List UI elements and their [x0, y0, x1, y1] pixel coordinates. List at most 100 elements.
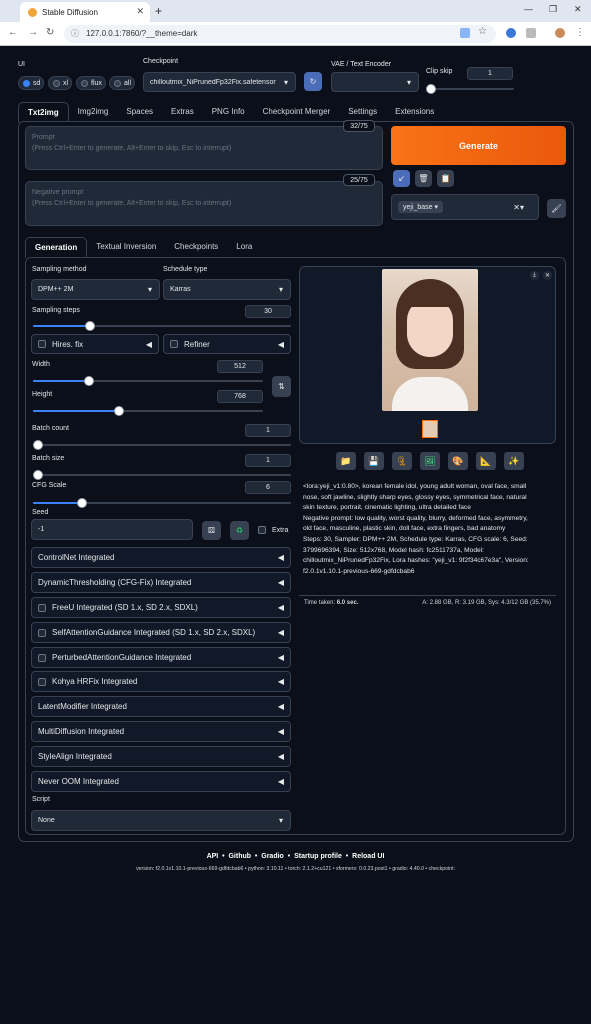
tab-extras[interactable]: Extras	[162, 102, 203, 123]
tab-extensions[interactable]: Extensions	[386, 102, 443, 123]
github-link[interactable]: Github	[228, 853, 251, 860]
refresh-checkpoint-button[interactable]: ↻	[304, 72, 322, 91]
trash-icon[interactable]: 🗑	[415, 170, 432, 187]
profile-avatar[interactable]	[555, 28, 565, 38]
extra-seed-checkbox[interactable]: Extra	[258, 526, 288, 534]
width-input[interactable]: 512	[217, 360, 263, 373]
clip-skip-input[interactable]: 1	[467, 67, 513, 80]
tab-img2img[interactable]: Img2img	[69, 102, 118, 123]
back-icon[interactable]: ←	[8, 27, 18, 38]
extension-accordion[interactable]: StyleAlign Integrated ◀	[31, 746, 291, 767]
random-seed-dice-icon[interactable]: ⚄	[202, 521, 221, 540]
swap-dimensions-icon[interactable]: ⇅	[272, 376, 291, 397]
width-slider[interactable]	[33, 376, 263, 386]
slider-thumb[interactable]	[113, 406, 124, 416]
refiner-checkbox[interactable]	[170, 340, 178, 348]
negative-prompt-textarea[interactable]: Negative prompt (Press Ctrl+Enter to gen…	[25, 181, 383, 226]
tab-checkpoints[interactable]: Checkpoints	[165, 237, 227, 258]
extension-accordion[interactable]: DynamicThresholding (CFG-Fix) Integrated…	[31, 572, 291, 593]
style-tag[interactable]: yeji_base ▾	[398, 201, 444, 213]
extension-checkbox[interactable]	[38, 677, 46, 686]
send-to-inpaint-icon[interactable]: 🎨	[448, 452, 468, 470]
batch-count-input[interactable]: 1	[245, 424, 291, 437]
refiner-accordion[interactable]: Refiner ◀	[163, 334, 291, 354]
zip-archive-icon[interactable]: 🗜	[392, 452, 412, 470]
slider-thumb[interactable]	[84, 321, 95, 331]
extension-accordion[interactable]: Never OOM Integrated ◀	[31, 771, 291, 792]
extension-checkbox[interactable]	[38, 628, 46, 637]
send-to-img2img-icon[interactable]: 🖼	[420, 452, 440, 470]
close-tab-icon[interactable]: ✕	[136, 6, 144, 17]
cfg-scale-slider[interactable]	[33, 498, 291, 508]
ui-radio-flux[interactable]: flux	[76, 76, 106, 90]
tab-txt2img[interactable]: Txt2img	[18, 102, 69, 123]
slider-thumb[interactable]	[33, 440, 43, 450]
slider-thumb[interactable]	[83, 376, 94, 386]
slider-thumb[interactable]	[426, 84, 436, 94]
save-icon[interactable]: 💾	[364, 452, 384, 470]
height-input[interactable]: 768	[217, 390, 263, 403]
slider-thumb[interactable]	[33, 470, 43, 480]
generated-image[interactable]	[382, 269, 478, 411]
styles-select[interactable]: yeji_base ▾ ✕▾	[391, 194, 539, 220]
clip-skip-slider[interactable]	[426, 84, 514, 94]
hires-fix-accordion[interactable]: Hires. fix ◀	[31, 334, 159, 354]
checkbox[interactable]	[258, 526, 266, 534]
batch-size-input[interactable]: 1	[245, 454, 291, 467]
open-folder-icon[interactable]: 📁	[336, 452, 356, 470]
tab-textual-inversion[interactable]: Textual Inversion	[87, 237, 165, 258]
tab-checkpoint-merger[interactable]: Checkpoint Merger	[254, 102, 340, 123]
sampling-method-select[interactable]: DPM++ 2M	[31, 279, 160, 300]
new-tab-icon[interactable]: +	[155, 4, 162, 18]
translate-icon[interactable]	[460, 28, 470, 38]
image-thumbnail[interactable]	[422, 420, 438, 438]
extension-accordion[interactable]: ControlNet Integrated ◀	[31, 547, 291, 568]
gradio-link[interactable]: Gradio	[261, 853, 284, 860]
height-slider[interactable]	[33, 406, 263, 416]
tab-png-info[interactable]: PNG Info	[203, 102, 254, 123]
forward-icon[interactable]: →	[28, 27, 38, 38]
minimize-icon[interactable]: —	[524, 4, 533, 14]
prompt-textarea[interactable]: Prompt (Press Ctrl+Enter to generate, Al…	[25, 126, 383, 170]
extension-accordion[interactable]: LatentModifier Integrated ◀	[31, 696, 291, 717]
seed-input[interactable]: -1	[31, 519, 193, 540]
batch-count-slider[interactable]	[33, 440, 291, 450]
extension-accordion[interactable]: FreeU Integrated (SD 1.x, SD 2.x, SDXL) ◀	[31, 597, 291, 618]
paste-params-icon[interactable]: ↙	[393, 170, 410, 187]
extension-checkbox[interactable]	[38, 653, 46, 662]
sparkle-upscale-icon[interactable]: ✨	[504, 452, 524, 470]
tab-lora[interactable]: Lora	[227, 237, 261, 258]
reload-icon[interactable]: ↻	[46, 27, 54, 38]
extensions-puzzle-icon[interactable]	[526, 28, 536, 38]
window-close-icon[interactable]: ✕	[574, 4, 582, 15]
url-field[interactable]: ⓘ 127.0.0.1:7860/?__theme=dark	[64, 25, 496, 43]
checkpoint-select[interactable]: chilloutmix_NiPrunedFp32Fix.safetensor	[143, 72, 296, 92]
browser-menu-icon[interactable]: ⋮	[575, 27, 585, 38]
tab-generation[interactable]: Generation	[25, 237, 88, 258]
ui-radio-all[interactable]: all	[109, 76, 135, 90]
extension-accordion[interactable]: SelfAttentionGuidance Integrated (SD 1.x…	[31, 622, 291, 643]
close-preview-icon[interactable]: ✕	[543, 271, 552, 280]
tab-spaces[interactable]: Spaces	[117, 102, 162, 123]
download-icon[interactable]: ⤓	[530, 271, 539, 280]
clear-style-icon[interactable]: ✕▾	[513, 203, 524, 212]
cfg-scale-input[interactable]: 6	[245, 481, 291, 494]
ui-radio-xl[interactable]: xl	[48, 76, 72, 90]
extension-checkbox[interactable]	[38, 603, 46, 612]
generate-button[interactable]: Generate	[391, 126, 566, 165]
sampling-steps-input[interactable]: 30	[245, 305, 291, 318]
hires-checkbox[interactable]	[38, 340, 46, 348]
brush-icon[interactable]: 🖌	[547, 199, 566, 218]
site-info-icon[interactable]: ⓘ	[71, 25, 79, 43]
batch-size-slider[interactable]	[33, 470, 291, 480]
extension-accordion[interactable]: PerturbedAttentionGuidance Integrated ◀	[31, 647, 291, 668]
sampling-steps-slider[interactable]	[33, 321, 291, 331]
send-to-extras-icon[interactable]: 📐	[476, 452, 496, 470]
schedule-type-select[interactable]: Karras	[163, 279, 291, 300]
extension-icon[interactable]	[506, 28, 516, 38]
extension-accordion[interactable]: Kohya HRFix Integrated ◀	[31, 671, 291, 692]
slider-thumb[interactable]	[76, 498, 87, 508]
script-select[interactable]: None	[31, 810, 291, 831]
ui-radio-sd[interactable]: sd	[18, 76, 44, 90]
startup-profile-link[interactable]: Startup profile	[294, 853, 342, 860]
